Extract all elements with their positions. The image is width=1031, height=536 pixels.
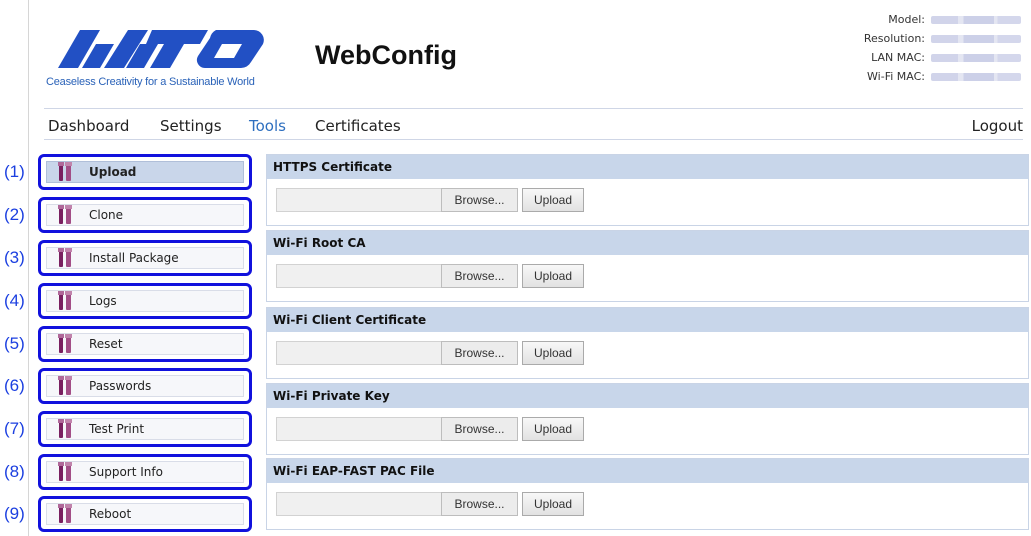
callout-highlight: Reset (38, 326, 252, 362)
upload-section: Wi-Fi Client Certificate Browse... Upload (266, 307, 1029, 379)
sidebar-button[interactable]: Reboot (46, 503, 244, 525)
upload-section: HTTPS Certificate Browse... Upload (266, 154, 1029, 226)
section-title: Wi-Fi Private Key (267, 384, 1028, 408)
callout-number: (1) (4, 162, 25, 181)
callout-highlight: Clone (38, 197, 252, 233)
callout-number: (8) (4, 462, 25, 481)
tools-icon (58, 162, 72, 181)
callout-highlight: Reboot (38, 496, 252, 532)
nav-tools[interactable]: Tools (249, 117, 286, 135)
file-path-field[interactable] (276, 492, 441, 516)
sidebar-button[interactable]: Passwords (46, 375, 244, 397)
browse-button[interactable]: Browse... (441, 417, 518, 441)
sidebar-item-label: Reboot (89, 507, 132, 521)
upload-button[interactable]: Upload (522, 417, 584, 441)
callout-number: (6) (4, 376, 25, 395)
redacted-value (931, 53, 1021, 62)
redacted-value (931, 72, 1021, 81)
app-title: WebConfig (315, 40, 457, 70)
sidebar-button[interactable]: Reset (46, 333, 244, 355)
nav-dashboard[interactable]: Dashboard (48, 117, 129, 135)
callout-highlight: Install Package (38, 240, 252, 276)
info-wifi-mac: Wi-Fi MAC: (791, 67, 1021, 86)
browse-button[interactable]: Browse... (441, 264, 518, 288)
info-label: Resolution: (863, 32, 925, 45)
upload-section: Wi-Fi Private Key Browse... Upload (266, 383, 1029, 455)
tools-icon (58, 291, 72, 310)
upload-button[interactable]: Upload (522, 264, 584, 288)
redacted-value (931, 15, 1021, 24)
upload-button[interactable]: Upload (522, 492, 584, 516)
file-path-field[interactable] (276, 264, 441, 288)
redacted-value (931, 34, 1021, 43)
sidebar-item-label: Install Package (89, 251, 179, 265)
callout-highlight: Upload (38, 154, 252, 190)
file-path-field[interactable] (276, 188, 441, 212)
sidebar-item-label: Logs (89, 294, 117, 308)
callout-number: (2) (4, 205, 25, 224)
sato-logo-mark (58, 30, 264, 69)
file-picker: Browse... Upload (276, 188, 584, 212)
browse-button[interactable]: Browse... (441, 341, 518, 365)
callout-highlight: Passwords (38, 368, 252, 404)
info-label: Model: (888, 13, 925, 26)
tools-icon (58, 504, 72, 523)
upload-button[interactable]: Upload (522, 188, 584, 212)
file-picker: Browse... Upload (276, 264, 584, 288)
tools-icon (58, 462, 72, 481)
file-picker: Browse... Upload (276, 417, 584, 441)
sidebar-button[interactable]: Logs (46, 290, 244, 312)
sidebar-button[interactable]: Upload (46, 161, 244, 183)
info-lan-mac: LAN MAC: (791, 48, 1021, 67)
callout-number: (7) (4, 419, 25, 438)
device-info: Model: Resolution: LAN MAC: Wi-Fi MAC: (791, 10, 1021, 86)
sidebar-button[interactable]: Support Info (46, 461, 244, 483)
file-path-field[interactable] (276, 341, 441, 365)
sidebar-button[interactable]: Clone (46, 204, 244, 226)
tools-icon (58, 376, 72, 395)
section-title: Wi-Fi EAP-FAST PAC File (267, 459, 1028, 483)
sidebar-item-label: Upload (89, 165, 137, 179)
upload-section: Wi-Fi Root CA Browse... Upload (266, 230, 1029, 302)
info-resolution: Resolution: (791, 29, 1021, 48)
callout-number: (3) (4, 248, 25, 267)
logo-tagline: Ceaseless Creativity for a Sustainable W… (46, 76, 255, 88)
tools-icon (58, 205, 72, 224)
sidebar-item-label: Test Print (89, 422, 145, 436)
tools-icon (58, 419, 72, 438)
upload-button[interactable]: Upload (522, 341, 584, 365)
tools-icon (58, 248, 72, 267)
sidebar-item-label: Clone (89, 208, 124, 222)
logout-link[interactable]: Logout (972, 117, 1023, 135)
callout-number: (9) (4, 504, 25, 523)
sidebar-item-label: Passwords (89, 379, 152, 393)
nav-settings[interactable]: Settings (160, 117, 222, 135)
nav-certificates[interactable]: Certificates (315, 117, 401, 135)
callout-number: (4) (4, 291, 25, 310)
info-label: Wi-Fi MAC: (867, 70, 925, 83)
info-model: Model: (791, 10, 1021, 29)
sidebar-item-label: Support Info (89, 465, 163, 479)
callout-number: (5) (4, 334, 25, 353)
section-title: HTTPS Certificate (267, 155, 1028, 179)
file-picker: Browse... Upload (276, 492, 584, 516)
callout-highlight: Test Print (38, 411, 252, 447)
sidebar-button[interactable]: Test Print (46, 418, 244, 440)
sidebar-button[interactable]: Install Package (46, 247, 244, 269)
sidebar-item-label: Reset (89, 337, 123, 351)
callout-highlight: Support Info (38, 454, 252, 490)
browse-button[interactable]: Browse... (441, 188, 518, 212)
info-label: LAN MAC: (871, 51, 925, 64)
section-title: Wi-Fi Client Certificate (267, 308, 1028, 332)
top-nav: Dashboard Settings Tools Certificates Lo… (44, 108, 1023, 140)
browse-button[interactable]: Browse... (441, 492, 518, 516)
section-title: Wi-Fi Root CA (267, 231, 1028, 255)
sato-logo: Ceaseless Creativity for a Sustainable W… (44, 16, 284, 94)
file-path-field[interactable] (276, 417, 441, 441)
callout-highlight: Logs (38, 283, 252, 319)
file-picker: Browse... Upload (276, 341, 584, 365)
upload-section: Wi-Fi EAP-FAST PAC File Browse... Upload (266, 458, 1029, 530)
tools-icon (58, 334, 72, 353)
